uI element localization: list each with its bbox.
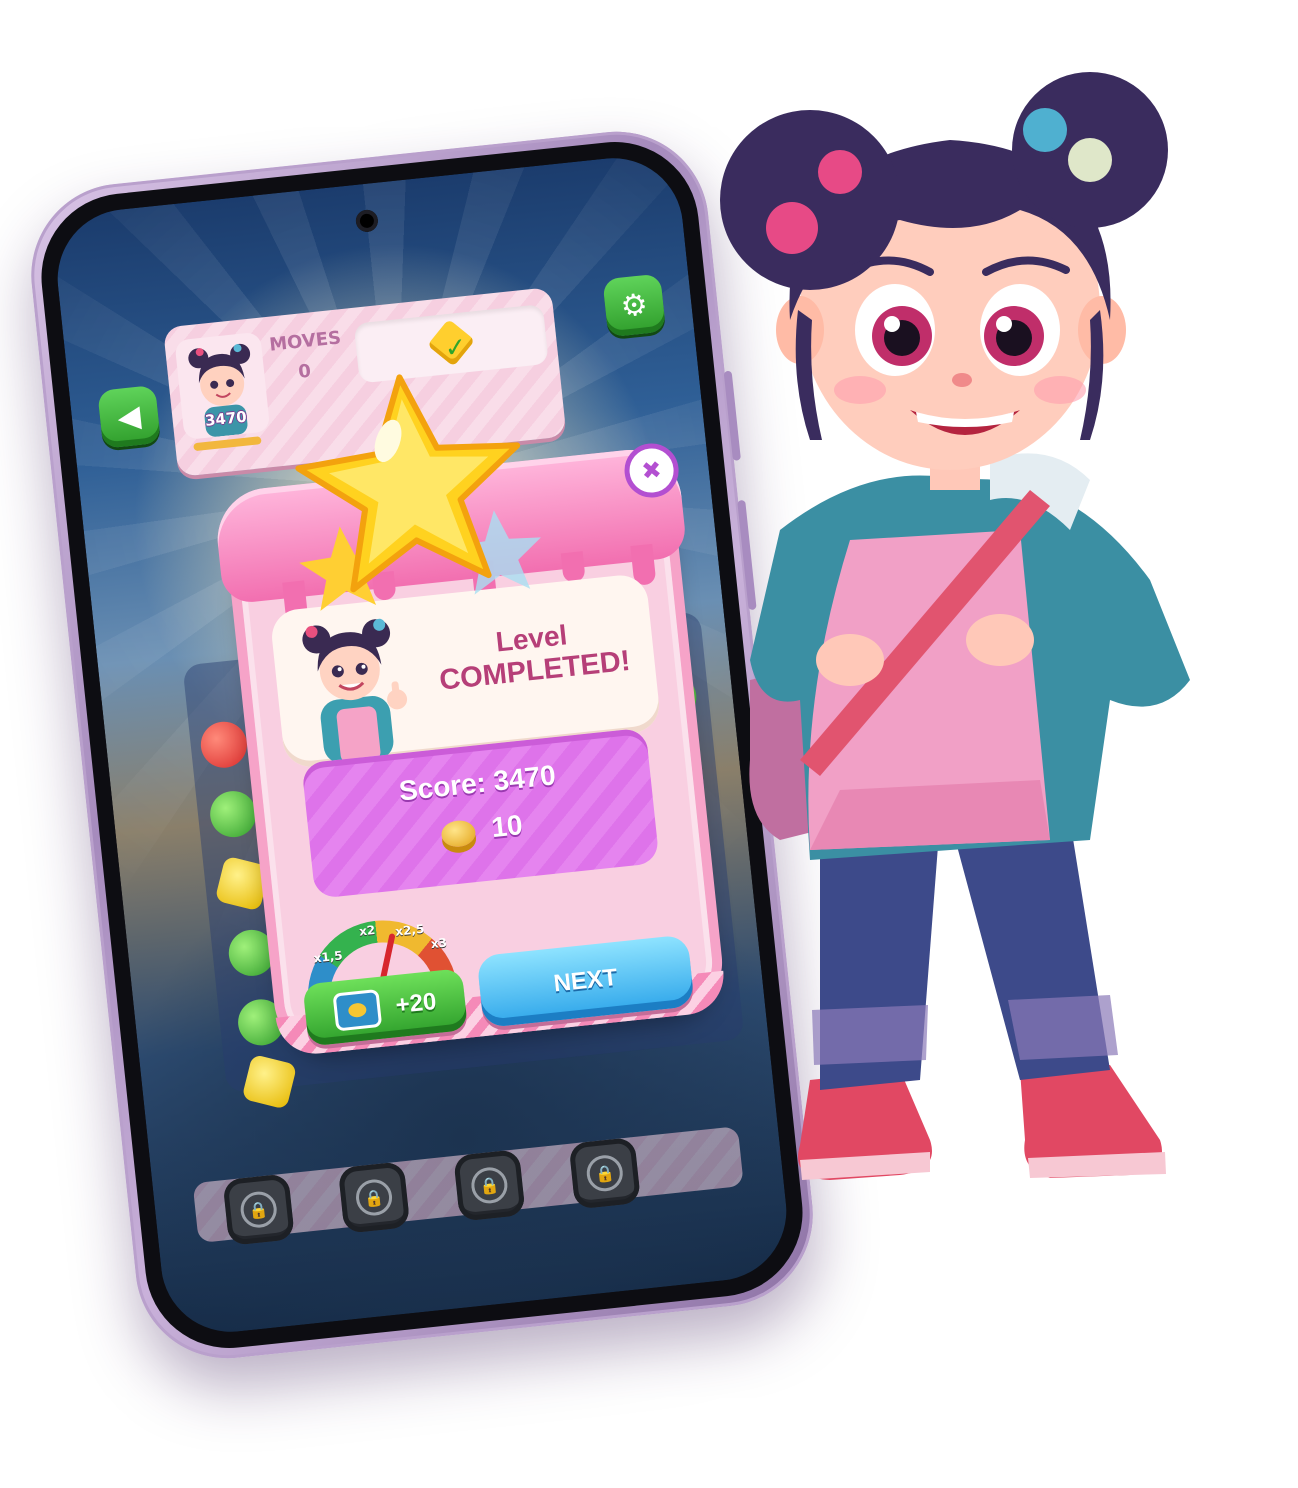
candy-piece xyxy=(207,788,259,840)
close-icon: ✖ xyxy=(640,455,664,486)
booster-slot-4[interactable]: 🔒 xyxy=(568,1136,642,1210)
back-button[interactable]: ◀ xyxy=(97,384,161,449)
booster-slot-1[interactable]: 🔒 xyxy=(222,1173,295,1246)
candy-piece xyxy=(226,927,278,979)
settings-button[interactable]: ⚙ xyxy=(602,273,667,338)
tv-icon xyxy=(332,988,382,1032)
gear-icon: ⚙ xyxy=(619,286,650,325)
coin-icon xyxy=(347,1002,367,1019)
candy-piece xyxy=(198,719,250,770)
multiplier-label: x2 xyxy=(358,922,376,939)
progress-bar xyxy=(193,436,262,452)
candy-piece xyxy=(241,1053,298,1110)
coin-value: 10 xyxy=(489,809,525,844)
booster-slot-2[interactable]: 🔒 xyxy=(337,1161,411,1234)
character-illustration xyxy=(690,60,1210,1420)
star-icon xyxy=(269,356,555,642)
coin-icon xyxy=(440,818,478,848)
checkmark-icon: ✓ xyxy=(443,332,469,365)
game-screen: ◀ ⚙ 3470 MOVES 0 ✓ 🔒 🔒 🔒 🔒 ✖ Level COMPL… xyxy=(50,151,794,1339)
candy-piece xyxy=(214,855,271,912)
moves-label: MOVES xyxy=(268,327,343,356)
chevron-left-icon: ◀ xyxy=(115,398,143,436)
lock-icon: 🔒 xyxy=(238,1189,279,1230)
lock-icon: 🔒 xyxy=(354,1177,394,1218)
booster-slot-3[interactable]: 🔒 xyxy=(453,1149,526,1222)
lock-icon: 🔒 xyxy=(469,1165,510,1206)
ad-reward-label: +20 xyxy=(394,987,438,1020)
lock-icon: 🔒 xyxy=(584,1153,625,1194)
multiplier-label: x3 xyxy=(430,935,448,952)
multiplier-label: x1,5 xyxy=(312,948,344,966)
